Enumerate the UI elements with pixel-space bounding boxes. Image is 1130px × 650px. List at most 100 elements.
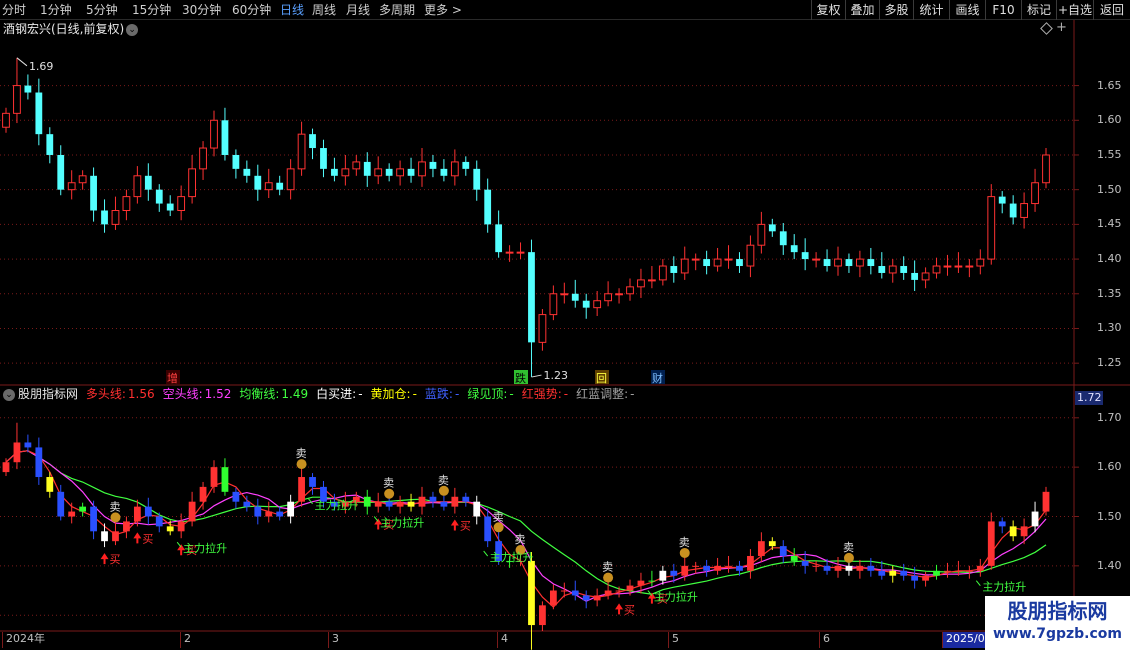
indicator-item-value: -: [630, 387, 635, 401]
candle-body: [462, 161, 470, 169]
candle-body: [385, 168, 393, 176]
ind-candle-body: [987, 521, 995, 566]
rally-signal: 主力拉升: [654, 590, 698, 604]
indicator-item-value: -: [563, 387, 569, 401]
date-label: 4: [497, 632, 508, 648]
indicator-item-label: 均衡线:: [239, 387, 280, 401]
ind-candle-body: [440, 501, 448, 507]
ind-candle-body: [57, 491, 65, 517]
candle-body: [691, 258, 700, 261]
sell-signal: 卖: [515, 533, 526, 546]
candle-body: [757, 223, 766, 246]
indicator-item-label: 蓝跌:: [424, 387, 453, 401]
candle-body: [1031, 182, 1039, 205]
price-tick-label: 1.60: [1097, 113, 1122, 127]
ind-candle-body: [955, 570, 962, 572]
ind-candle-body: [659, 570, 667, 581]
price-tick-label: 1.55: [1097, 147, 1122, 161]
ind-candle-body: [221, 467, 229, 492]
ind-candle-body: [747, 555, 754, 571]
candle-body: [57, 154, 65, 190]
ind-candle-body: [845, 565, 853, 571]
money-bag-icon: [603, 572, 614, 583]
indicator-item: 红蓝调整: -: [576, 387, 638, 401]
ind-candle-body: [363, 496, 371, 507]
rally-signal: 主力拉升: [380, 516, 424, 530]
ind-candle-body: [911, 575, 919, 581]
stock-title-text: 酒钢宏兴(日线,前复权): [3, 22, 125, 36]
indicator-title: ⌄ 股朋指标网 多头线: 1.56 空头线: 1.52 均衡线: 1.49 白买进: - 黄加仓:…: [0, 386, 1075, 403]
ind-candle-body: [210, 467, 218, 487]
indicator-tick-label: 1.70: [1097, 410, 1122, 424]
candle-body: [560, 293, 569, 296]
money-bag-icon: [384, 488, 395, 499]
ind-candle-body: [265, 511, 273, 517]
chevron-down-icon[interactable]: ⌄: [3, 388, 15, 401]
ind-candle-body: [878, 570, 886, 576]
candle-body: [320, 148, 327, 169]
high-label: 1.69: [29, 60, 54, 73]
candle-body: [450, 161, 459, 177]
plus-icon[interactable]: +: [1056, 20, 1067, 36]
ind-candle-body: [571, 590, 579, 596]
indicator-item-label: 白买进:: [316, 387, 357, 401]
event-marker: 增: [167, 371, 178, 385]
ind-candle-body: [13, 442, 21, 463]
ind-candle-body: [692, 565, 700, 567]
indicator-item-value: -: [358, 387, 363, 401]
candle-body: [484, 189, 492, 225]
ind-candle-body: [144, 506, 152, 517]
indicator-item-value: -: [509, 387, 514, 401]
ind-candle-body: [188, 501, 196, 522]
candle-body: [637, 279, 645, 288]
date-label: 3: [328, 632, 339, 648]
candle-body: [90, 175, 97, 211]
rally-signal: 主力拉升: [315, 498, 359, 512]
candle-body: [101, 210, 108, 225]
ind-candle-body: [46, 477, 54, 492]
candle-body: [122, 196, 131, 211]
ind-candle-body: [199, 486, 207, 502]
ind-candle-body: [407, 501, 415, 507]
ind-candle-body: [133, 506, 141, 522]
candle-body: [24, 85, 32, 93]
watermark-title: 股朋指标网: [1007, 599, 1108, 623]
indicator-item: 多头线: 1.56: [86, 387, 159, 401]
candle-body: [67, 182, 76, 191]
candle-body: [954, 265, 963, 268]
ind-candle-body: [385, 501, 393, 507]
ind-candle-body: [484, 516, 492, 542]
candle-body: [538, 314, 547, 343]
ind-candle-body: [177, 521, 185, 532]
chevron-down-icon[interactable]: ⌄: [126, 23, 139, 36]
ind-candle-body: [834, 565, 842, 571]
ind-candle-body: [976, 565, 984, 571]
sell-signal: 卖: [493, 510, 504, 523]
kline-chart[interactable]: 1.691.23增跌回财卖卖卖卖卖卖卖卖卖买买买买买买买买主力拉升主力拉升主力拉…: [0, 0, 1130, 650]
ind-candle-body: [900, 570, 908, 576]
ind-candle-body: [462, 496, 470, 502]
indicator-item-value: -: [454, 387, 460, 401]
candle-body: [528, 252, 535, 343]
ind-candle-body: [539, 605, 546, 626]
indicator-values: 多头线: 1.56 空头线: 1.52 均衡线: 1.49 白买进: - 黄加仓: - 蓝跌: - 绿见…: [86, 387, 643, 401]
indicator-item-value: 1.49: [281, 387, 309, 401]
buy-arrow-icon: [615, 603, 624, 615]
indicator-item-label: 红蓝调整:: [576, 387, 629, 401]
ind-candle-body: [232, 491, 240, 502]
ind-candle-body: [736, 565, 743, 571]
price-tick-label: 1.50: [1097, 182, 1122, 196]
ind-candle-body: [2, 462, 10, 473]
candle-body: [823, 259, 831, 267]
indicator-item-value: 1.56: [127, 387, 155, 401]
candle-body: [133, 175, 142, 198]
candle-body: [516, 251, 525, 254]
ind-candle-body: [714, 565, 721, 571]
ind-candle-body: [944, 570, 951, 572]
buy-signal: 买: [624, 603, 635, 616]
candle-body: [35, 92, 43, 135]
ind-candle-body: [155, 516, 163, 527]
ind-candle-body: [856, 565, 864, 571]
candle-body: [111, 210, 120, 225]
ind-candle-body: [254, 506, 262, 517]
